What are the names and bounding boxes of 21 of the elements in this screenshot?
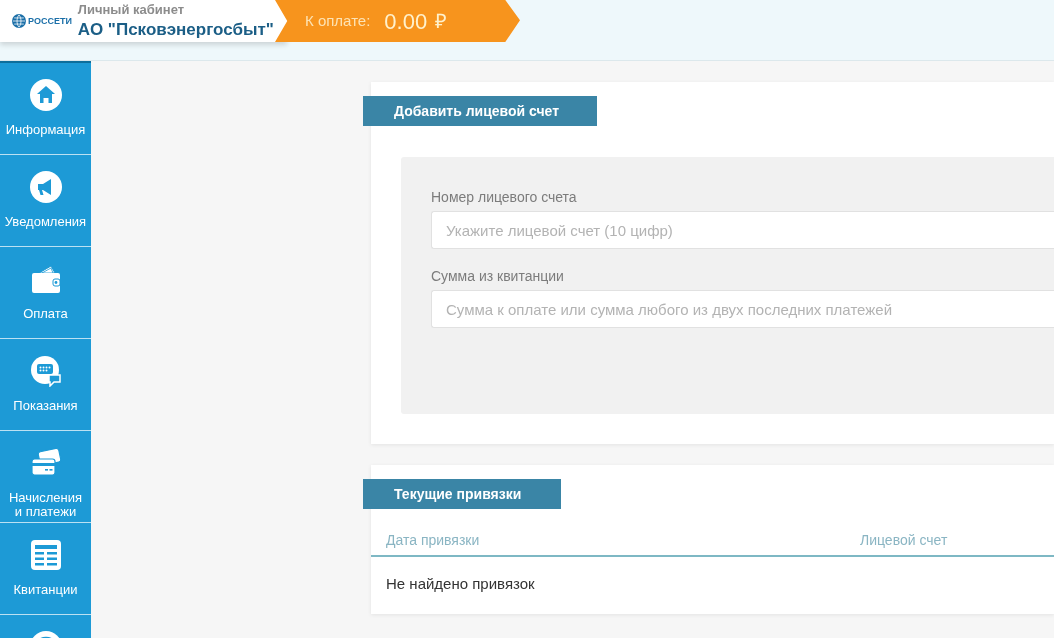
input-field[interactable]: Сумма к оплате или сумма любого из двух последних платежей [431,290,1054,328]
column-header: Дата привязки [386,532,480,548]
company-name: АО "Псковэнергосбыт" [77,20,274,40]
globe-logo-icon [12,14,26,28]
section-title: Добавить лицевой счет [363,96,597,126]
wallet-icon [29,263,62,295]
empty-message: Не найдено привязок [386,575,535,592]
balance-amount: 0.00 [384,7,428,36]
input-field[interactable]: Укажите лицевой счет (10 цифр) [431,211,1054,249]
field-label: Сумма из квитанции [431,268,564,284]
keypad-icon [29,355,62,387]
balance-label: К оплате: [305,10,371,31]
field-label: Номер лицевого счета [431,189,577,205]
home-icon [29,79,62,111]
column-header: Лицевой счет [860,532,948,548]
section-title: Текущие привязки [363,479,561,509]
megaphone-icon [29,171,62,203]
table-icon [29,539,62,571]
currency-sign: ₽ [435,9,448,34]
cabinet-subtitle: Личный кабинет [77,2,185,17]
logo-text: РОССЕТИ [28,16,72,26]
